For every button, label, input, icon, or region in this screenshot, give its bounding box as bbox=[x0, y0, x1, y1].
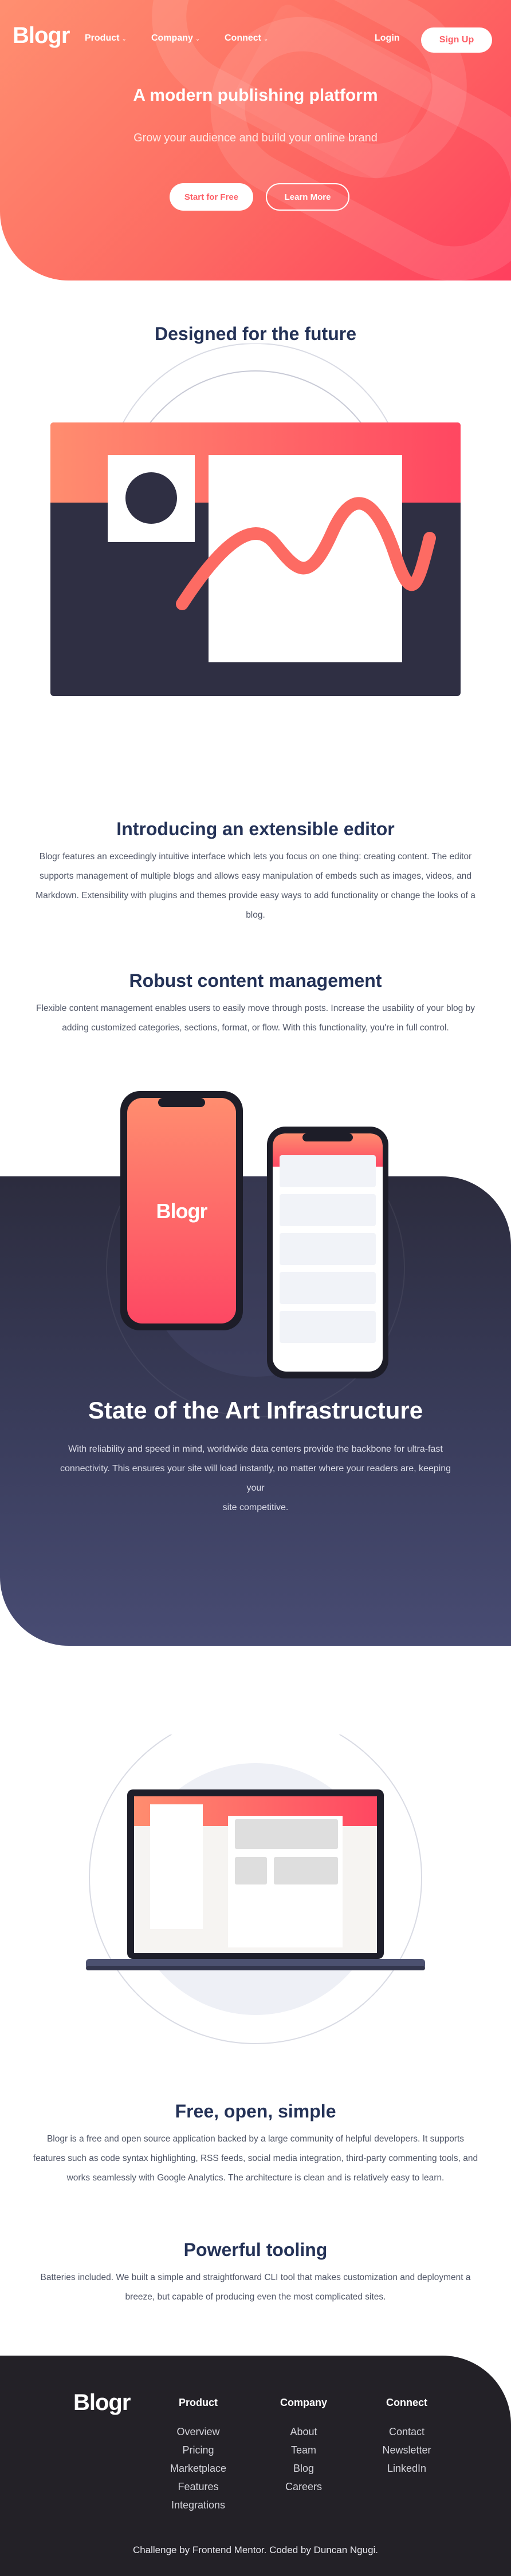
footer-link-overview[interactable]: Overview bbox=[152, 2423, 244, 2441]
infrastructure-body-line: With reliability and speed in mind, worl… bbox=[68, 1444, 443, 1454]
footer-link-team[interactable]: Team bbox=[258, 2441, 349, 2459]
footer-column-company: Company About Team Blog Careers bbox=[258, 2397, 349, 2496]
free-body-line: features such as code syntax highlightin… bbox=[33, 2154, 478, 2163]
chevron-down-icon: ⌄ bbox=[195, 36, 201, 42]
nav-item-label: Product bbox=[85, 33, 120, 43]
login-link[interactable]: Login bbox=[375, 33, 400, 44]
top-navigation: Blogr Product ⌄ Company ⌄ Connect ⌄ Login S… bbox=[0, 0, 511, 80]
free-section-body: Blogr is a free and open source applicat… bbox=[23, 2129, 488, 2188]
nav-item-label: Company bbox=[151, 33, 193, 43]
infrastructure-title: State of the Art Infrastructure bbox=[88, 1397, 423, 1424]
nav-item-product[interactable]: Product ⌄ bbox=[85, 33, 127, 44]
attribution-text: Challenge by Frontend Mentor. Coded by D… bbox=[132, 2545, 379, 2555]
hero-subtitle: Grow your audience and build your online… bbox=[133, 132, 378, 144]
infrastructure-body-line: site competitive. bbox=[222, 1503, 289, 1512]
footer-link-marketplace[interactable]: Marketplace bbox=[152, 2459, 244, 2478]
tooling-body-line: breeze, but capable of producing even th… bbox=[125, 2292, 386, 2302]
free-body-line: Blogr is a free and open source applicat… bbox=[46, 2134, 465, 2144]
nav-item-company[interactable]: Company ⌄ bbox=[151, 33, 200, 44]
footer-link-linkedin[interactable]: LinkedIn bbox=[361, 2459, 453, 2478]
landing-page: Blogr Product ⌄ Company ⌄ Connect ⌄ Login S… bbox=[0, 0, 511, 2576]
editor-section-body: Blogr features an exceedingly intuitive … bbox=[23, 847, 488, 925]
free-body-line: works seamlessly with Google Analytics. … bbox=[66, 2173, 445, 2183]
infrastructure-body: With reliability and speed in mind, worl… bbox=[55, 1440, 456, 1518]
hero-title: A modern publishing platform bbox=[133, 86, 378, 105]
phones-illustration bbox=[120, 1091, 388, 1378]
footer-link-newsletter[interactable]: Newsletter bbox=[361, 2441, 453, 2459]
editor-section-title: Introducing an extensible editor bbox=[116, 819, 395, 839]
footer-link-features[interactable]: Features bbox=[152, 2478, 244, 2496]
footer: Blogr Product Overview Pricing Marketpla… bbox=[0, 2356, 511, 2576]
footer-link-contact[interactable]: Contact bbox=[361, 2423, 453, 2441]
tooling-section-title: Powerful tooling bbox=[183, 2239, 328, 2260]
footer-link-careers[interactable]: Careers bbox=[258, 2478, 349, 2496]
future-section-title: Designed for the future bbox=[154, 323, 356, 344]
start-for-free-button[interactable]: Start for Free bbox=[170, 183, 253, 211]
footer-column-connect: Connect Contact Newsletter LinkedIn bbox=[361, 2397, 453, 2478]
content-body-line: adding customized categories, sections, … bbox=[62, 1023, 449, 1033]
chevron-down-icon: ⌄ bbox=[121, 36, 127, 42]
editor-body-line: supports management of multiple blogs an… bbox=[40, 871, 471, 881]
editor-body-line: Blogr features an exceedingly intuitive … bbox=[39, 852, 472, 862]
footer-logo[interactable]: Blogr bbox=[73, 2390, 131, 2416]
signup-button[interactable]: Sign Up bbox=[421, 27, 492, 53]
phone-logo: Blogr bbox=[156, 1199, 208, 1223]
content-section-title: Robust content management bbox=[129, 970, 382, 991]
content-body-line: Flexible content management enables user… bbox=[36, 1003, 475, 1013]
footer-link-blog[interactable]: Blog bbox=[258, 2459, 349, 2478]
editor-body-line: blog. bbox=[246, 910, 265, 920]
editor-body-line: Markdown. Extensibility with plugins and… bbox=[36, 891, 475, 900]
nav-item-connect[interactable]: Connect ⌄ bbox=[225, 33, 268, 44]
editor-illustration bbox=[38, 343, 473, 696]
laptop-illustration bbox=[86, 1735, 425, 2044]
tooling-body-line: Batteries included. We built a simple an… bbox=[40, 2273, 471, 2282]
content-section-body: Flexible content management enables user… bbox=[23, 999, 488, 1038]
footer-column-title: Product bbox=[178, 2397, 218, 2408]
nav-item-label: Connect bbox=[225, 33, 261, 43]
footer-link-integrations[interactable]: Integrations bbox=[152, 2496, 244, 2514]
logo[interactable]: Blogr bbox=[13, 23, 70, 49]
footer-column-title: Connect bbox=[386, 2397, 427, 2408]
footer-column-title: Company bbox=[280, 2397, 327, 2408]
chevron-down-icon: ⌄ bbox=[264, 36, 269, 42]
footer-link-pricing[interactable]: Pricing bbox=[152, 2441, 244, 2459]
learn-more-button[interactable]: Learn More bbox=[266, 183, 349, 211]
footer-link-about[interactable]: About bbox=[258, 2423, 349, 2441]
tooling-section-body: Batteries included. We built a simple an… bbox=[23, 2268, 488, 2307]
infrastructure-body-line: connectivity. This ensures your site wil… bbox=[60, 1464, 451, 1493]
free-section-title: Free, open, simple bbox=[175, 2101, 336, 2121]
hero-section: Blogr Product ⌄ Company ⌄ Connect ⌄ Login S… bbox=[0, 0, 511, 280]
footer-column-product: Product Overview Pricing Marketplace Fea… bbox=[152, 2397, 244, 2514]
